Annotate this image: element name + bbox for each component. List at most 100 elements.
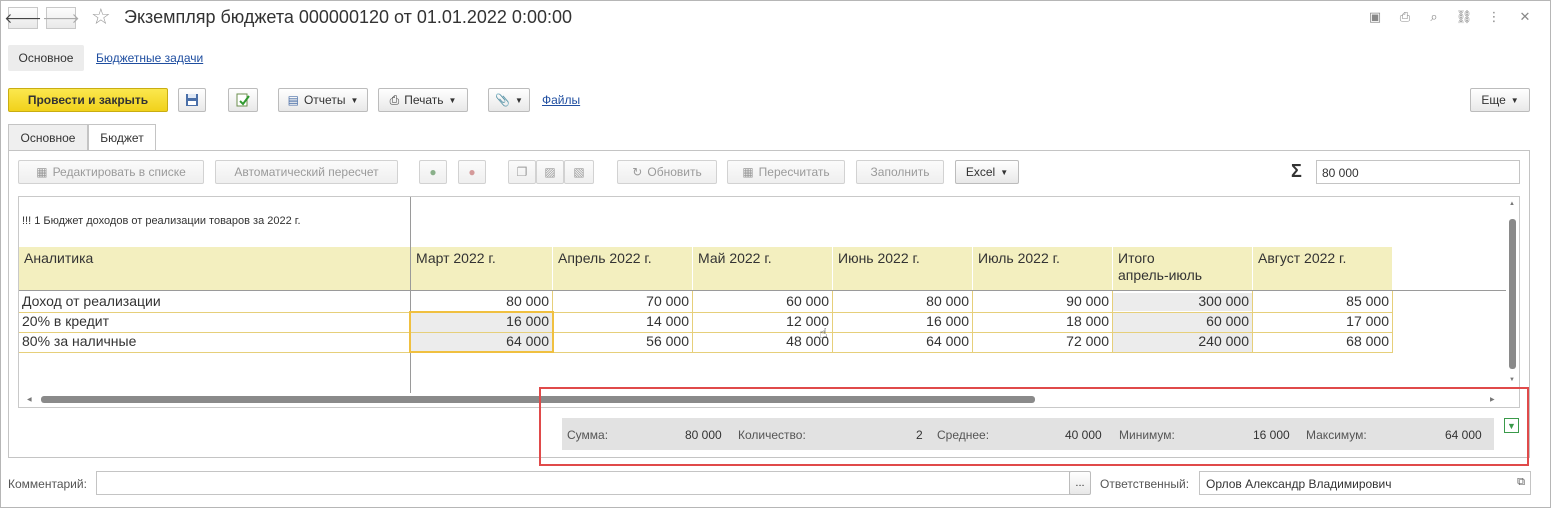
excel-label: Excel — [965, 165, 996, 179]
column-header-march: Март 2022 г. — [411, 247, 552, 291]
cell-revenue-april[interactable]: 70 000 — [552, 293, 692, 309]
paste-special-icon: ▧ — [573, 165, 585, 179]
comment-label: Комментарий: — [8, 477, 87, 491]
cell-revenue-june[interactable]: 80 000 — [832, 293, 972, 309]
more-label: Еще — [1481, 93, 1506, 107]
print-icon[interactable]: ⎙ — [1396, 8, 1414, 26]
more-menu-icon[interactable]: ⋮ — [1485, 8, 1503, 26]
responsible-value: Орлов Александр Владимирович — [1206, 477, 1392, 491]
add-row-button[interactable]: ● — [419, 160, 447, 184]
files-link[interactable]: Файлы — [542, 93, 580, 107]
tab-main[interactable]: Основное — [8, 124, 88, 150]
chevron-down-icon: ▼ — [515, 95, 523, 105]
column-header-analytics: Аналитика — [19, 247, 410, 291]
comment-input[interactable] — [96, 471, 1070, 495]
printer-icon: ⎙ — [389, 92, 400, 107]
cell-credit-july[interactable]: 18 000 — [972, 313, 1112, 329]
cell-revenue-july[interactable]: 90 000 — [972, 293, 1112, 309]
responsible-field[interactable]: Орлов Александр Владимирович ⧉ — [1199, 471, 1531, 495]
auto-recalc-button[interactable]: Автоматический пересчет — [215, 160, 398, 184]
save-button[interactable] — [178, 88, 206, 112]
cell-credit-june[interactable]: 16 000 — [832, 313, 972, 329]
report-icon: ▤ — [287, 93, 299, 107]
cell-cash-april[interactable]: 56 000 — [552, 333, 692, 349]
section-main[interactable]: Основное — [8, 45, 84, 71]
header-bottom-line — [19, 290, 1507, 291]
save-icon[interactable]: ▣ — [1366, 8, 1384, 26]
scroll-down-icon[interactable]: ▼ — [1509, 377, 1515, 383]
row-label-cash[interactable]: 80% за наличные — [22, 333, 136, 349]
paste-special-button[interactable]: ▧ — [564, 160, 594, 184]
comment-select-button[interactable]: ... — [1069, 471, 1091, 495]
cell-cash-june[interactable]: 64 000 — [832, 333, 972, 349]
reports-label: Отчеты — [303, 93, 346, 107]
hand-cursor-icon: ☝ — [819, 325, 828, 341]
favorite-star-icon[interactable]: ☆ — [91, 4, 111, 30]
attach-button[interactable]: 📎 ▼ — [488, 88, 530, 112]
paste-icon: ▨ — [544, 165, 556, 179]
sum-icon: Σ — [1291, 161, 1302, 181]
print-button[interactable]: ⎙ Печать ▼ — [378, 88, 468, 112]
row-label-revenue[interactable]: Доход от реализации — [22, 293, 161, 309]
col-divider — [692, 291, 693, 353]
chevron-down-icon: ▼ — [448, 95, 457, 105]
cell-revenue-august[interactable]: 85 000 — [1252, 293, 1392, 309]
scroll-up-icon[interactable]: ▲ — [1509, 201, 1515, 207]
vertical-scrollbar[interactable]: ▲ ▼ — [1506, 197, 1519, 393]
cell-credit-april[interactable]: 14 000 — [552, 313, 692, 329]
column-header-august: Август 2022 г. — [1252, 247, 1392, 291]
chevron-down-icon: ▼ — [1510, 95, 1519, 105]
col-divider — [972, 291, 973, 353]
paperclip-icon: 📎 — [495, 93, 511, 107]
recalculate-button[interactable]: ▦ Пересчитать — [727, 160, 845, 184]
cell-revenue-may[interactable]: 60 000 — [692, 293, 832, 309]
post-button[interactable] — [228, 88, 258, 112]
excel-button[interactable]: Excel ▼ — [955, 160, 1019, 184]
edit-list-icon: ▦ — [36, 165, 48, 179]
refresh-button[interactable]: ↻ Обновить — [617, 160, 717, 184]
col-divider — [1112, 291, 1113, 353]
cell-cash-total[interactable]: 240 000 — [1112, 333, 1252, 352]
column-header-july: Июль 2022 г. — [972, 247, 1112, 291]
cell-cash-august[interactable]: 68 000 — [1252, 333, 1392, 349]
column-header-june: Июнь 2022 г. — [832, 247, 972, 291]
back-button[interactable]: 🡐 — [4, 7, 42, 29]
more-button[interactable]: Еще ▼ — [1470, 88, 1530, 112]
column-header-may: Май 2022 г. — [692, 247, 832, 291]
chevron-down-icon: ▼ — [1000, 167, 1009, 177]
budget-spreadsheet[interactable]: !!! 1 Бюджет доходов от реализации товар… — [18, 196, 1520, 408]
vertical-scroll-thumb[interactable] — [1509, 219, 1516, 369]
link-icon[interactable]: ⛓ — [1455, 8, 1473, 26]
open-icon[interactable]: ⧉ — [1517, 476, 1525, 489]
refresh-icon: ↻ — [632, 165, 643, 179]
selected-sum-field[interactable]: 80 000 — [1316, 160, 1520, 184]
scroll-left-icon[interactable]: ◀ — [27, 396, 32, 403]
reports-button[interactable]: ▤ Отчеты ▼ — [278, 88, 368, 112]
forward-button[interactable]: 🡒 — [42, 7, 80, 29]
row-label-credit[interactable]: 20% в кредит — [22, 313, 109, 329]
delete-row-button[interactable]: ● — [458, 160, 486, 184]
fill-button[interactable]: Заполнить — [856, 160, 944, 184]
cell-credit-total[interactable]: 60 000 — [1112, 313, 1252, 332]
cell-cash-may[interactable]: 48 000 — [692, 333, 832, 349]
col-divider — [1392, 291, 1393, 353]
column-header-april: Апрель 2022 г. — [552, 247, 692, 291]
copy-button[interactable]: ❐ — [508, 160, 536, 184]
arrow-left-icon: 🡐 — [4, 9, 42, 26]
paste-button[interactable]: ▨ — [536, 160, 564, 184]
edit-list-label: Редактировать в списке — [52, 165, 186, 179]
responsible-label: Ответственный: — [1100, 477, 1190, 491]
close-icon[interactable]: ✕ — [1516, 8, 1534, 26]
edit-in-list-button[interactable]: ▦ Редактировать в списке — [18, 160, 204, 184]
post-and-close-button[interactable]: Провести и закрыть — [8, 88, 168, 112]
copy-icon: ❐ — [516, 165, 528, 179]
cell-cash-july[interactable]: 72 000 — [972, 333, 1112, 349]
col-divider — [832, 291, 833, 353]
cell-revenue-march[interactable]: 80 000 — [411, 293, 552, 309]
cell-revenue-total[interactable]: 300 000 — [1112, 293, 1252, 311]
section-budget-tasks-link[interactable]: Бюджетные задачи — [96, 51, 203, 65]
cell-credit-august[interactable]: 17 000 — [1252, 313, 1392, 329]
preview-icon[interactable]: ⌕ — [1425, 8, 1443, 26]
cell-credit-may[interactable]: 12 000 — [692, 313, 832, 329]
tab-budget[interactable]: Бюджет — [88, 124, 156, 151]
